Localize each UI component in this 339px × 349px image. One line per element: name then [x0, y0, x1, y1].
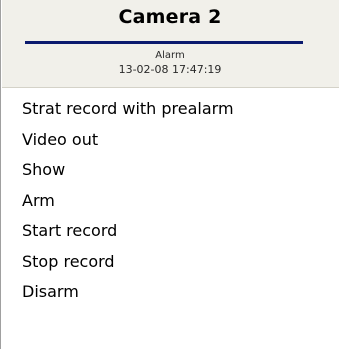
menu-item-start-record[interactable]: Start record	[2, 216, 339, 247]
menu-items: Strat record with prealarm Video out Sho…	[2, 94, 339, 308]
menu-item-arm[interactable]: Arm	[2, 186, 339, 217]
menu-item-show[interactable]: Show	[2, 155, 339, 186]
context-menu: Camera 2 Alarm 13-02-08 17:47:19 Strat r…	[0, 0, 339, 349]
menu-header: Camera 2 Alarm 13-02-08 17:47:19	[2, 0, 339, 88]
status-text: Alarm	[155, 50, 185, 61]
menu-item-video-out[interactable]: Video out	[2, 125, 339, 156]
event-timestamp: 13-02-08 17:47:19	[118, 63, 222, 76]
menu-item-stop-record[interactable]: Stop record	[2, 247, 339, 278]
menu-item-start-record-with-prealarm[interactable]: Strat record with prealarm	[2, 94, 339, 125]
title-underline	[25, 41, 303, 44]
camera-title: Camera 2	[118, 6, 222, 28]
menu-item-disarm[interactable]: Disarm	[2, 277, 339, 308]
